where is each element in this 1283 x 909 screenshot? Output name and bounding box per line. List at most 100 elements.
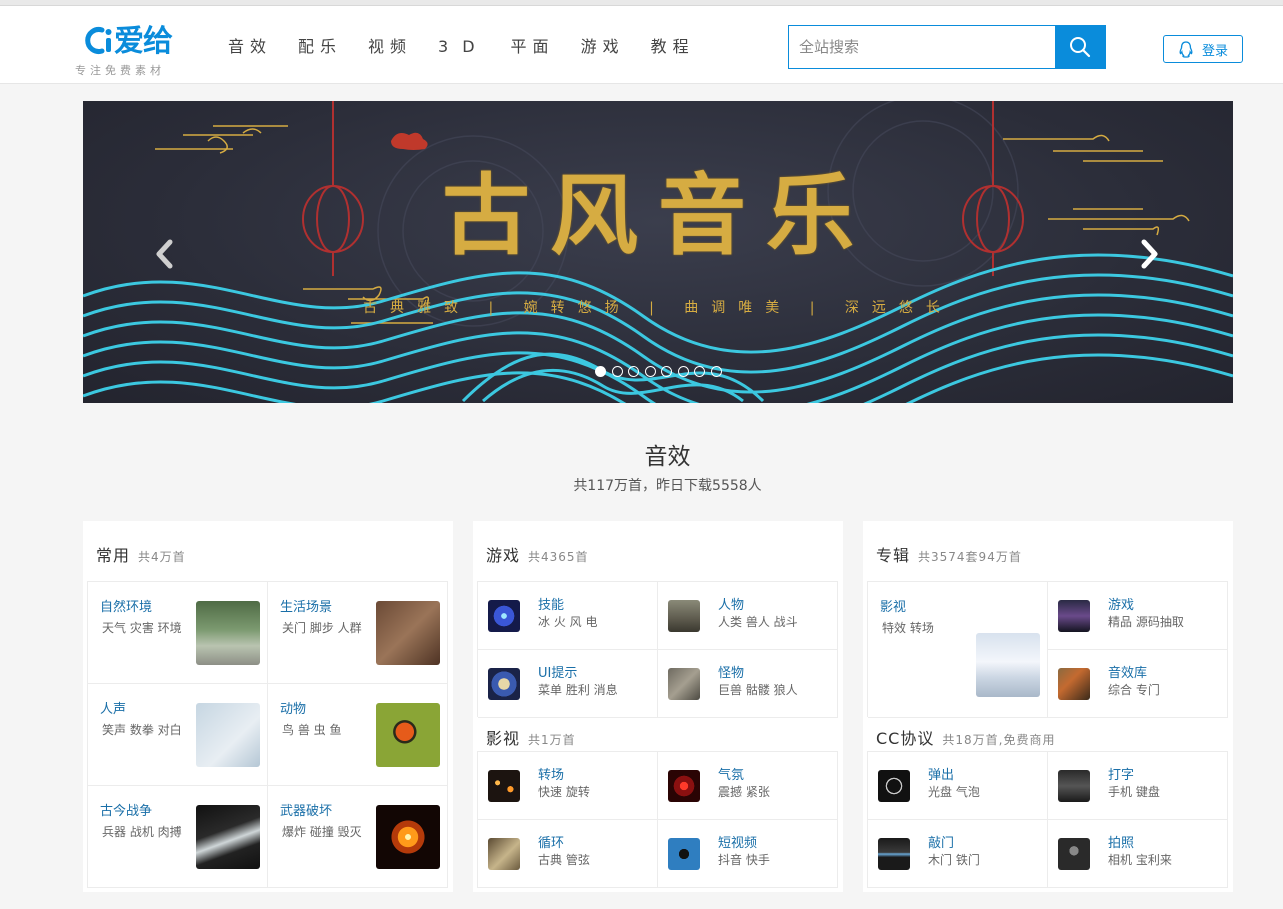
- banner-dot[interactable]: [595, 366, 606, 377]
- category-title[interactable]: 影视: [880, 596, 906, 615]
- camera-icon: [1058, 838, 1090, 870]
- category-tags: 爆炸 碰撞 毁灭: [282, 825, 362, 839]
- nav-item-game[interactable]: 游戏: [581, 34, 625, 60]
- category-title[interactable]: 人物: [718, 594, 744, 613]
- category-tile[interactable]: 短视频 抖音 快手: [658, 820, 838, 888]
- category-title[interactable]: 技能: [538, 594, 564, 613]
- character-icon: [668, 600, 700, 632]
- section-stats: 共117万首，昨日下载5558人: [573, 478, 762, 494]
- banner-dot[interactable]: [611, 366, 623, 377]
- monster-icon: [668, 668, 700, 700]
- logo-mark: 爱给: [82, 24, 173, 59]
- panel-subcount: 共18万首,免费商用: [942, 733, 1056, 747]
- banner-title: 古风音乐: [441, 163, 874, 267]
- category-tags: 兵器 战机 肉搏: [102, 825, 182, 839]
- category-tags: 特效 转场: [882, 621, 934, 635]
- banner-dot[interactable]: [694, 366, 705, 377]
- panel-cc-header: CC协议 共18万首,免费商用: [876, 725, 1055, 749]
- category-tile[interactable]: 技能冰 火 风 电: [478, 582, 658, 650]
- short-video-icon: [668, 838, 700, 870]
- nav-item-tutorial[interactable]: 教程: [651, 34, 695, 60]
- category-title[interactable]: UI提示: [538, 662, 577, 681]
- category-tags: 光盘 气泡: [928, 785, 980, 799]
- category-title[interactable]: 游戏: [1108, 594, 1134, 613]
- hero-banner[interactable]: 古风音乐 古典雅致 | 婉转悠扬 | 曲调唯美 | 深远悠长: [83, 101, 1233, 403]
- category-tile[interactable]: 生活场景关门 脚步 人群: [268, 582, 448, 684]
- login-label: 登录: [1201, 43, 1228, 59]
- category-title[interactable]: 敲门: [928, 832, 954, 851]
- panel-heading: 游戏: [486, 546, 521, 565]
- category-tags: 鸟 兽 虫 鱼: [282, 723, 342, 737]
- category-tile[interactable]: 自然环境 天气 灾害 环境: [88, 582, 268, 684]
- category-title[interactable]: 怪物: [718, 662, 744, 681]
- category-title[interactable]: 武器破坏: [280, 800, 332, 819]
- nav-item-3d[interactable]: 3D: [438, 34, 489, 60]
- main-nav: 音效 配乐 视频 3D 平面 游戏 教程: [228, 34, 721, 60]
- panel-subheading: CC协议: [876, 729, 935, 748]
- banner-prev-arrow-icon[interactable]: [153, 239, 177, 269]
- snow-scene-thumb: [976, 633, 1040, 697]
- category-tile[interactable]: 武器破坏爆炸 碰撞 毁灭: [268, 786, 448, 888]
- category-tags: 手机 键盘: [1108, 785, 1160, 799]
- category-title[interactable]: 音效库: [1108, 662, 1147, 681]
- section-title: 音效: [644, 444, 691, 470]
- search-box: [788, 25, 1106, 69]
- panel-game-header: 游戏 共4365首: [486, 542, 589, 566]
- search-icon: [1070, 37, 1091, 58]
- category-tile[interactable]: 人声 笑声 数拳 对白: [88, 684, 268, 786]
- category-title[interactable]: 拍照: [1108, 832, 1134, 851]
- banner-dot[interactable]: [661, 366, 672, 377]
- search-button[interactable]: [1055, 26, 1105, 68]
- category-title[interactable]: 循环: [538, 832, 564, 851]
- category-tile[interactable]: 怪物 巨兽 骷髅 狼人: [658, 650, 838, 718]
- category-tile[interactable]: UI提示 菜单 胜利 消息: [478, 650, 658, 718]
- nav-item-graphic[interactable]: 平面: [511, 34, 555, 60]
- category-title[interactable]: 生活场景: [280, 596, 332, 615]
- banner-dot[interactable]: [644, 366, 656, 377]
- site-logo[interactable]: 爱给 专注免费素材: [75, 24, 192, 78]
- category-title[interactable]: 自然环境: [100, 596, 152, 615]
- category-title[interactable]: 转场: [538, 764, 564, 783]
- banner-next-arrow-icon[interactable]: [1137, 239, 1161, 269]
- nav-item-video[interactable]: 视频: [368, 34, 412, 60]
- category-title[interactable]: 古今战争: [100, 800, 152, 819]
- login-button[interactable]: 登录: [1163, 35, 1243, 63]
- category-tile[interactable]: 古今战争兵器 战机 肉搏: [88, 786, 268, 888]
- banner-dot[interactable]: [677, 366, 689, 377]
- logo-text: 爱给: [114, 24, 173, 59]
- category-title[interactable]: 人声: [100, 698, 126, 717]
- category-title[interactable]: 气氛: [718, 764, 744, 783]
- nav-item-music[interactable]: 配乐: [298, 34, 342, 60]
- category-title[interactable]: 弹出: [928, 764, 954, 783]
- category-tile[interactable]: 拍照 相机 宝利来: [1048, 820, 1228, 888]
- search-input[interactable]: [789, 26, 1056, 68]
- panel-game: 游戏 共4365首 技能冰 火 风 电人物 人类 兽人 战斗 UI提示 菜单 胜利 消…: [473, 521, 843, 892]
- panel-common: 常用 共4万首 自然环境 天气 灾害 环境 生活场景 关门 脚步 人群 人声 笑声 数拳 …: [83, 521, 453, 892]
- banner-dot[interactable]: [710, 366, 722, 377]
- category-tile[interactable]: 气氛 震撼 紧张: [658, 752, 838, 820]
- category-tile[interactable]: 打字 手机 键盘: [1048, 752, 1228, 820]
- forest-path-thumb: [196, 601, 260, 665]
- category-tags: 关门 脚步 人群: [282, 621, 362, 635]
- category-tags: 木门 铁门: [928, 853, 980, 867]
- panel-heading: 专辑: [876, 546, 911, 565]
- category-tile[interactable]: 循环 古典 管弦: [478, 820, 658, 888]
- category-tile[interactable]: 转场 快速 旋转: [478, 752, 658, 820]
- category-tile[interactable]: 音效库 综合 专门: [1048, 650, 1228, 718]
- category-tile[interactable]: 影视 特效 转场: [868, 582, 1048, 718]
- category-title[interactable]: 动物: [280, 698, 306, 717]
- category-tile[interactable]: 动物鸟 兽 虫 鱼: [268, 684, 448, 786]
- category-tile[interactable]: 游戏 精品 源码抽取: [1048, 582, 1228, 650]
- category-tile[interactable]: 敲门 木门 铁门: [868, 820, 1048, 888]
- category-tile[interactable]: 弹出 光盘 气泡: [868, 752, 1048, 820]
- category-tile[interactable]: 人物 人类 兽人 战斗: [658, 582, 838, 650]
- game-album-icon: [1058, 600, 1090, 632]
- category-title[interactable]: 短视频: [718, 832, 757, 851]
- nav-item-sound-effects[interactable]: 音效: [228, 34, 272, 60]
- skill-icon: [488, 600, 520, 632]
- banner-dot[interactable]: [628, 366, 639, 377]
- banner-pagination: [595, 366, 727, 377]
- blade-thumb: [196, 805, 260, 869]
- ui-icon: [488, 668, 520, 700]
- category-title[interactable]: 打字: [1108, 764, 1134, 783]
